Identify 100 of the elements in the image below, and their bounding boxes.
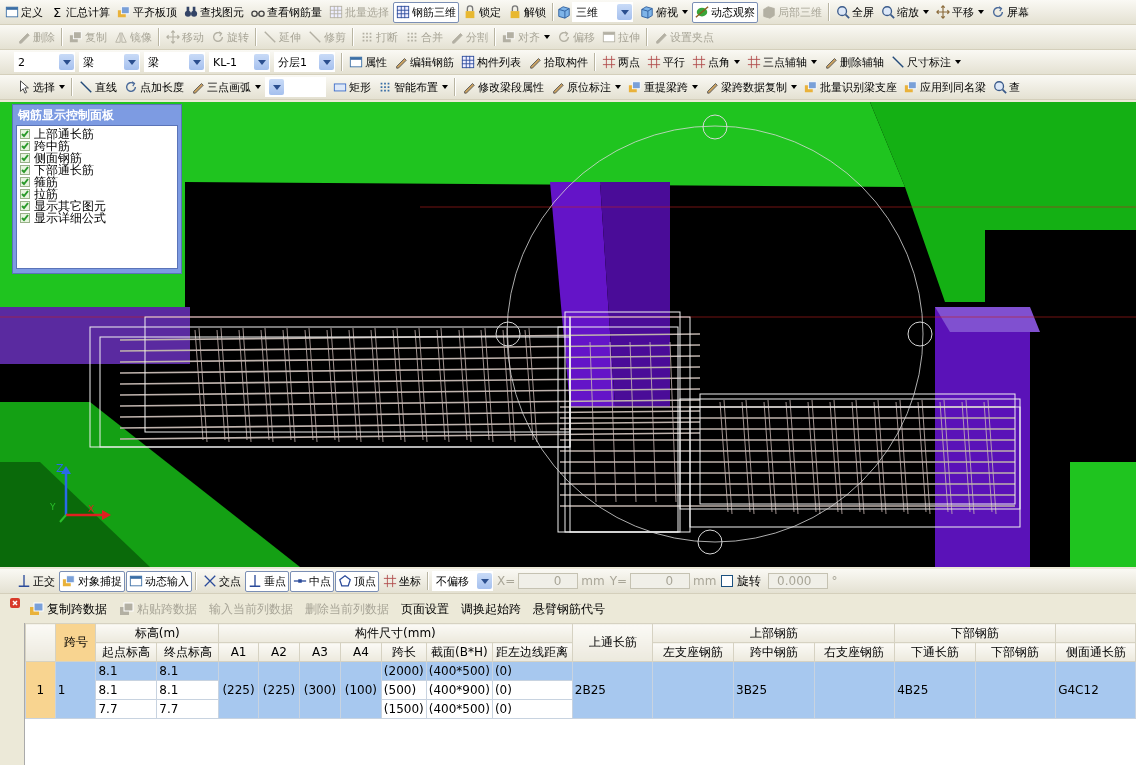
toolbar-button[interactable]: Σ 汇总计算	[47, 1, 113, 23]
toolbar-button[interactable]: 删除辅轴	[821, 51, 887, 73]
toolbar-button[interactable]: 顶点	[335, 570, 379, 592]
toolbar-button[interactable]: 页面设置	[398, 600, 452, 618]
magnifier-icon	[881, 5, 895, 19]
toolbar-button[interactable]: 复制跨数据	[26, 600, 110, 618]
checkbox[interactable]	[20, 201, 30, 211]
toolbar-button[interactable]: 点加长度	[121, 76, 187, 98]
toolbar-button[interactable]: 查看钢筋量	[248, 1, 325, 23]
toolbar-button[interactable]: 平行	[644, 51, 688, 73]
dropdown-field[interactable]	[265, 77, 326, 97]
caret-icon	[544, 35, 550, 39]
toolbar-button[interactable]: 矩形	[330, 76, 374, 98]
group-header: 构件尺寸(mm)	[218, 623, 573, 643]
toolbar-button[interactable]: 三点辅轴	[744, 51, 820, 73]
toolbar-button[interactable]: 垂点	[245, 570, 289, 592]
toolbar-button[interactable]: 解锁	[505, 1, 549, 23]
checkbox[interactable]	[20, 141, 30, 151]
toolbar-button[interactable]: 缩放	[878, 1, 932, 23]
rotate-icon	[991, 5, 1005, 19]
toolbar-button[interactable]: 属性	[346, 51, 390, 73]
toolbar-button[interactable]: 定义	[2, 1, 46, 23]
triangles-icon	[114, 30, 128, 44]
toolbar-button[interactable]: 查	[990, 76, 1023, 98]
table-cell: 3B25	[733, 661, 814, 719]
checkbox[interactable]	[20, 213, 30, 223]
checkbox[interactable]	[20, 165, 30, 175]
stack-icon	[904, 80, 918, 94]
toolbar-button[interactable]: 重提梁跨	[625, 76, 701, 98]
pentagon-icon	[338, 574, 352, 588]
toolbar-button[interactable]: 屏幕	[988, 1, 1032, 23]
toolbar-button[interactable]: 坐标	[380, 570, 424, 592]
table-cell: (225)	[218, 661, 259, 719]
checkbox[interactable]	[20, 177, 30, 187]
toolbar-button[interactable]: 平齐板顶	[114, 1, 180, 23]
pencil-icon	[191, 80, 205, 94]
window-icon	[5, 5, 19, 19]
stack-icon	[119, 601, 135, 617]
toolbar-button[interactable]: 俯视	[637, 1, 691, 23]
table-cell: (300)	[299, 661, 341, 719]
toolbar-button[interactable]: 正交	[14, 570, 58, 592]
toolbar-button[interactable]: 点角	[689, 51, 743, 73]
dropdown-field[interactable]: KL-1	[209, 52, 270, 72]
checkbox[interactable]	[721, 575, 734, 587]
checkbox[interactable]	[20, 153, 30, 163]
close-icon[interactable]	[10, 598, 20, 608]
dropdown-field[interactable]: 梁	[79, 52, 140, 72]
toolbar-button[interactable]: 尺寸标注	[888, 51, 964, 73]
toolbar-button[interactable]: 调换起始跨	[458, 600, 524, 618]
toolbar-button[interactable]: 梁跨数据复制	[702, 76, 800, 98]
toolbar-button[interactable]: 动态输入	[126, 570, 192, 592]
toolbar-button[interactable]: 拾取构件	[525, 51, 591, 73]
dropdown-field[interactable]: 分层1	[274, 52, 335, 72]
toolbar-button[interactable]: 锁定	[460, 1, 504, 23]
dropdown-field[interactable]: 2	[14, 52, 75, 72]
dropdown-field[interactable]: 梁	[144, 52, 205, 72]
toolbar-button[interactable]: 查找图元	[181, 1, 247, 23]
field-label: X=	[497, 574, 516, 588]
checkbox[interactable]	[20, 129, 30, 139]
toolbar-button[interactable]: 动态观察	[692, 1, 758, 23]
toolbar-button[interactable]: 两点	[599, 51, 643, 73]
table-cell: 4B25	[894, 661, 976, 719]
caret-icon	[791, 85, 797, 89]
lock-icon	[463, 5, 477, 19]
lock-icon	[508, 5, 522, 19]
toolbar-button[interactable]: 悬臂钢筋代号	[530, 600, 608, 618]
caret-icon	[692, 85, 698, 89]
pencil-icon	[17, 30, 31, 44]
axis-label: X	[88, 504, 95, 514]
magnifier-icon	[836, 5, 850, 19]
toolbar-button[interactable]: 编辑钢筋	[391, 51, 457, 73]
toolbar-button[interactable]: 交点	[200, 570, 244, 592]
toolbar-button[interactable]: 平移	[933, 1, 987, 23]
toolbar-button[interactable]: 构件列表	[458, 51, 524, 73]
toolbar-button[interactable]: 全屏	[833, 1, 877, 23]
toolbar-button[interactable]: 对象捕捉	[59, 570, 125, 592]
group-header: 下部钢筋	[894, 623, 1056, 643]
toolbar-button[interactable]: 智能布置	[375, 76, 451, 98]
toolbar-button[interactable]: 三点画弧	[188, 76, 264, 98]
grid-lines-icon	[692, 55, 706, 69]
unit-label: mm	[581, 574, 605, 588]
checkbox[interactable]	[20, 189, 30, 199]
window-icon	[602, 30, 616, 44]
toolbar-button[interactable]: 应用到同名梁	[901, 76, 989, 98]
toolbar-button[interactable]: 选择	[14, 76, 68, 98]
toolbar-button[interactable]: 修改梁段属性	[459, 76, 547, 98]
toolbar-button[interactable]: 钢筋三维	[393, 1, 459, 23]
table-cell: G4C12	[1055, 661, 1136, 719]
caret-icon	[682, 10, 688, 14]
toolbar-button[interactable]: 批量识别梁支座	[801, 76, 900, 98]
grid-icon	[461, 55, 475, 69]
toolbar-button[interactable]: 中点	[290, 570, 334, 592]
toolbar-button[interactable]: 原位标注	[548, 76, 624, 98]
dropdown-field[interactable]: 不偏移	[432, 571, 493, 591]
toolbar-button[interactable]: 直线	[76, 76, 120, 98]
dropdown-field[interactable]: 三维	[572, 2, 633, 22]
globe-icon	[695, 5, 709, 19]
axis-label: Z	[56, 462, 64, 475]
binoculars-icon	[184, 5, 198, 19]
panel-title: 钢筋显示控制面板	[17, 107, 115, 124]
